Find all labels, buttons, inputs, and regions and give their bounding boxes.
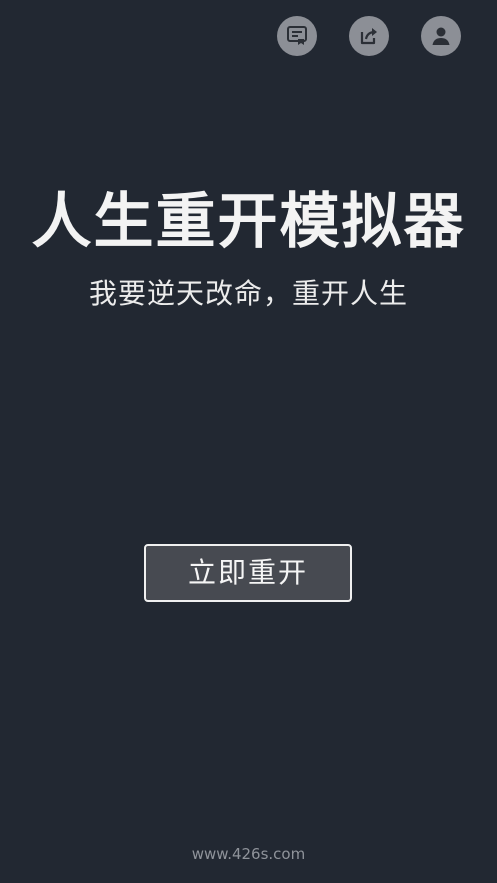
feedback-button[interactable] xyxy=(277,16,317,56)
share-icon xyxy=(357,24,381,48)
page-subtitle: 我要逆天改命，重开人生 xyxy=(88,277,408,310)
restart-button[interactable]: 立即重开 xyxy=(144,544,352,602)
app-screen: 人生重开模拟器 我要逆天改命，重开人生 立即重开 www.426s.com xyxy=(0,0,497,883)
top-toolbar xyxy=(277,16,461,56)
share-button[interactable] xyxy=(349,16,389,56)
footer-watermark: www.426s.com xyxy=(191,845,306,863)
feedback-icon xyxy=(285,24,309,48)
page-title: 人生重开模拟器 xyxy=(31,187,466,257)
profile-icon xyxy=(429,24,453,48)
profile-button[interactable] xyxy=(421,16,461,56)
